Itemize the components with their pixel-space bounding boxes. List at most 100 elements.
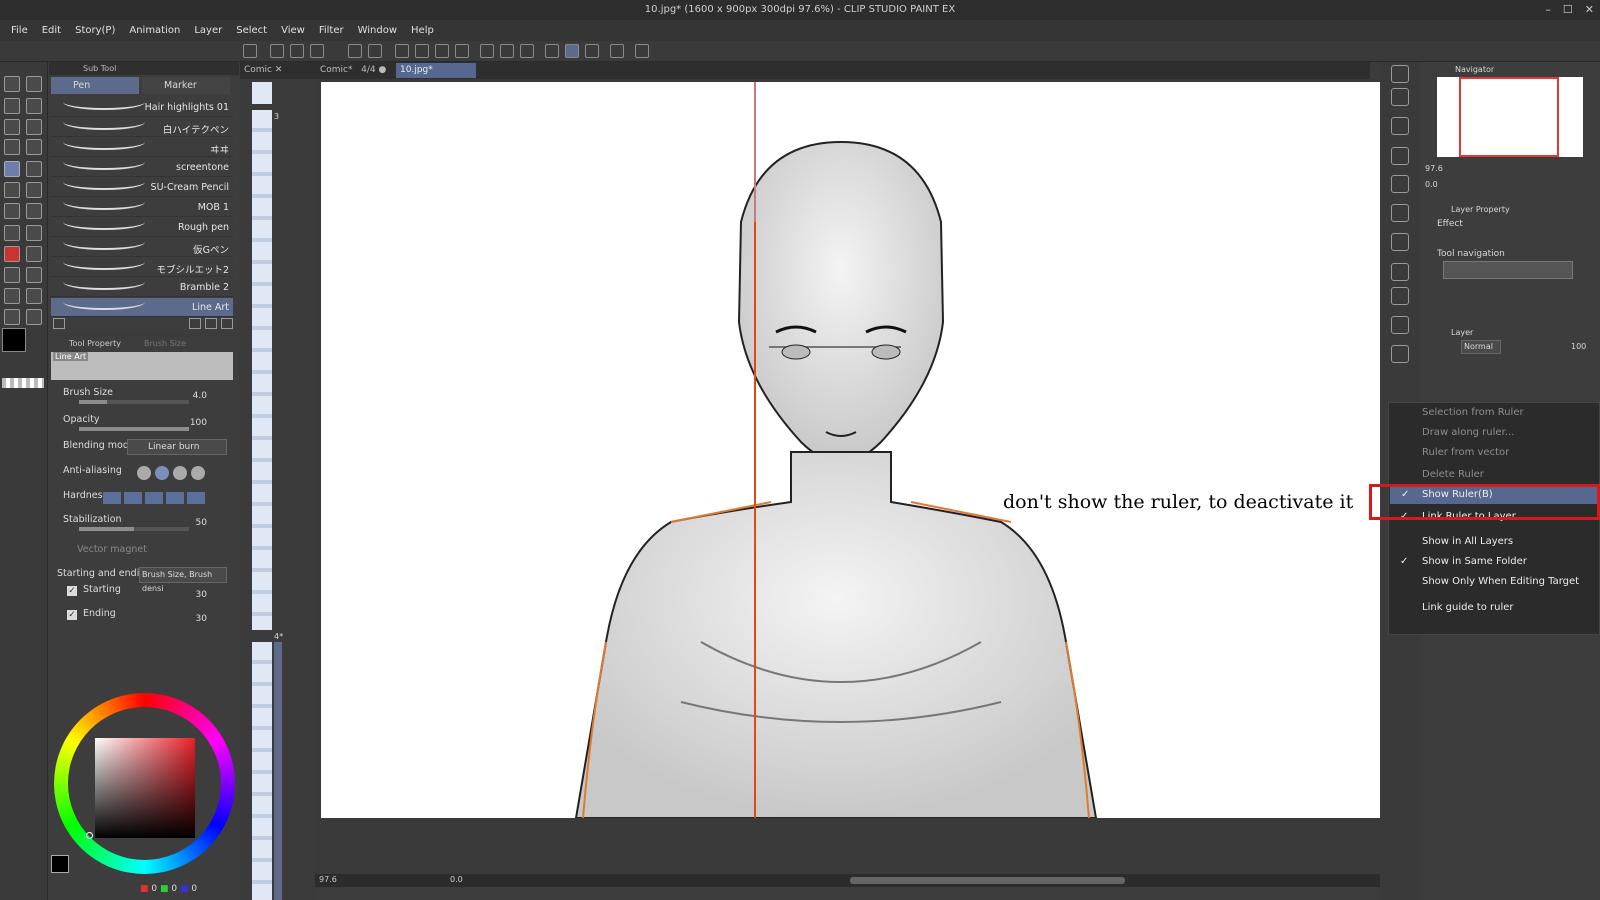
fill-icon[interactable] <box>435 44 449 58</box>
brush-item-selected[interactable]: Line Art <box>51 298 233 317</box>
brush-item[interactable]: Rough pen <box>51 218 233 237</box>
brush-size-slider[interactable] <box>79 400 189 404</box>
quick-access-icon[interactable] <box>1391 263 1409 281</box>
zoom-tool-icon[interactable] <box>4 76 20 92</box>
close-panel-icon[interactable] <box>1391 147 1409 165</box>
color-cursor[interactable] <box>86 832 93 839</box>
maximize-button[interactable]: ☐ <box>1563 0 1573 20</box>
antialias-medium-button[interactable] <box>173 466 187 480</box>
page-thumbnail[interactable] <box>252 110 272 630</box>
starting-ending-dropdown[interactable]: Brush Size, Brush densi <box>139 567 227 593</box>
animation-icon[interactable] <box>1391 233 1409 251</box>
search-icon[interactable] <box>1391 65 1409 83</box>
undo-icon[interactable] <box>348 44 362 58</box>
tab-comic[interactable]: Comic ✕ <box>240 63 298 78</box>
tab-brush-size[interactable]: Brush Size <box>144 338 204 350</box>
brush-item[interactable]: モブシルエット2 <box>51 258 233 277</box>
stabilization-slider[interactable] <box>79 527 189 531</box>
pencil-tool-icon[interactable] <box>26 161 42 177</box>
antialias-weak-button[interactable] <box>155 466 169 480</box>
tab-comic-page[interactable]: Comic* 4/4 ● <box>316 63 394 78</box>
deselect-icon[interactable] <box>480 44 494 58</box>
save-icon[interactable] <box>310 44 324 58</box>
brush-item[interactable]: Bramble 2 <box>51 278 233 297</box>
blend-mode-dropdown[interactable]: Normal <box>1461 340 1501 354</box>
menu-story[interactable]: Story(P) <box>75 25 115 36</box>
menu-item-show-in-same-folder[interactable]: Show in Same Folder <box>1422 556 1527 567</box>
hardness-row[interactable]: Hardness <box>55 488 235 510</box>
navigator-preview[interactable] <box>1437 77 1583 157</box>
blend-tool-icon[interactable] <box>4 225 20 241</box>
decoration-tool-icon[interactable] <box>26 203 42 219</box>
brush-tool-icon[interactable] <box>26 182 42 198</box>
blending-dropdown[interactable]: Linear burn <box>127 439 227 455</box>
main-color-swatch[interactable] <box>2 328 26 352</box>
current-color-swatch[interactable] <box>51 855 69 873</box>
gradient-tool-icon[interactable] <box>26 246 42 262</box>
preferences-icon[interactable] <box>610 44 624 58</box>
menu-filter[interactable]: Filter <box>319 25 344 36</box>
selection-tool-icon[interactable] <box>4 119 20 135</box>
correct-line-tool-icon[interactable] <box>4 309 20 325</box>
information-icon[interactable] <box>1391 316 1409 334</box>
export-icon[interactable] <box>1391 345 1409 363</box>
tool-navigation-button[interactable] <box>1443 261 1573 279</box>
snap-ruler-icon[interactable] <box>545 44 559 58</box>
material-icon[interactable] <box>1391 88 1409 106</box>
pen-tool-icon[interactable] <box>4 161 20 177</box>
brush-item[interactable]: MOB 1 <box>51 198 233 217</box>
menu-view[interactable]: View <box>281 25 305 36</box>
layer-search-icon[interactable] <box>1391 204 1409 222</box>
starting-row[interactable]: ✓ Starting 30 <box>55 584 235 606</box>
new-subtool-icon[interactable] <box>205 318 217 329</box>
open-folder-icon[interactable] <box>290 44 304 58</box>
redo-icon[interactable] <box>368 44 382 58</box>
menu-help[interactable]: Help <box>411 25 434 36</box>
brush-size-row[interactable]: Brush Size 4.0 <box>55 385 235 407</box>
starting-checkbox[interactable]: ✓ <box>67 586 77 596</box>
canvas-icon[interactable] <box>243 44 257 58</box>
transform-icon[interactable] <box>455 44 469 58</box>
opacity-row[interactable]: Opacity 100 <box>55 412 235 434</box>
invert-selection-icon[interactable] <box>500 44 514 58</box>
navigator-zoom[interactable]: 97.6 <box>1425 164 1443 173</box>
ending-checkbox[interactable]: ✓ <box>67 610 77 620</box>
brush-item[interactable]: 白ハイテクペン <box>51 118 233 137</box>
auto-select-tool-icon[interactable] <box>26 119 42 135</box>
rotate-tool-icon[interactable] <box>26 76 42 92</box>
minimize-button[interactable]: – <box>1545 0 1551 20</box>
frame-tool-icon[interactable] <box>26 267 42 283</box>
menu-edit[interactable]: Edit <box>42 25 61 36</box>
help-icon[interactable] <box>635 44 649 58</box>
page-thumbnail[interactable] <box>252 642 272 900</box>
antialias-none-button[interactable] <box>137 466 151 480</box>
drawing-canvas[interactable] <box>321 82 1385 818</box>
page-thumbnail[interactable] <box>252 82 272 104</box>
brush-item[interactable]: SU-Cream Pencil <box>51 178 233 197</box>
transparent-swatch[interactable] <box>2 378 44 388</box>
vector-magnet-row[interactable]: Vector magnet <box>55 542 235 564</box>
menu-item-show-only-when-editing[interactable]: Show Only When Editing Target <box>1422 576 1579 587</box>
horizontal-scrollbar[interactable] <box>850 877 1125 884</box>
fill-tool-icon[interactable] <box>4 246 20 262</box>
ending-row[interactable]: ✓ Ending 30 <box>55 608 235 630</box>
operation-tool-icon[interactable] <box>4 98 20 114</box>
saturation-value-square[interactable] <box>95 738 195 838</box>
snap-grid-icon[interactable] <box>585 44 599 58</box>
menu-file[interactable]: File <box>11 25 28 36</box>
menu-layer[interactable]: Layer <box>194 25 222 36</box>
tab-marker[interactable]: Marker <box>142 77 230 94</box>
text-tool-icon[interactable] <box>26 288 42 304</box>
menu-window[interactable]: Window <box>358 25 397 36</box>
subtool-settings-icon[interactable] <box>53 318 65 329</box>
ruler-tool-icon[interactable] <box>26 225 42 241</box>
tab-10jpg[interactable]: 10.jpg* <box>396 63 476 78</box>
menu-animation[interactable]: Animation <box>129 25 180 36</box>
menu-item-link-guide-to-ruler[interactable]: Link guide to ruler <box>1422 602 1514 613</box>
history-icon[interactable] <box>1391 117 1409 135</box>
snap-special-ruler-icon[interactable] <box>565 44 579 58</box>
brush-item[interactable]: 仮Gペン <box>51 238 233 257</box>
sub-view-icon[interactable] <box>1391 287 1409 305</box>
new-file-icon[interactable] <box>270 44 284 58</box>
navigator-view-frame[interactable] <box>1459 77 1559 157</box>
